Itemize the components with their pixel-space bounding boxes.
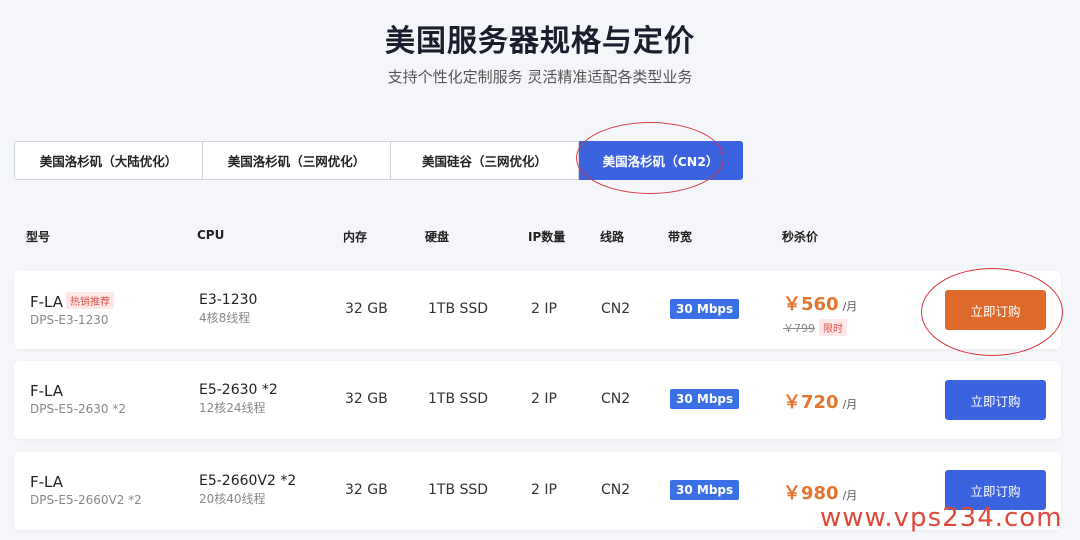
disk-value: 1TB SSD <box>428 482 489 498</box>
bandwidth-badge: 30 Mbps <box>670 299 740 319</box>
annotation-circle-button <box>921 268 1063 356</box>
memory-value: 32 GB <box>345 391 388 407</box>
cpu-cell: E3-1230 4核8线程 <box>199 292 257 326</box>
cpu-name: E3-1230 <box>199 292 258 308</box>
tab-la-mainland[interactable]: 美国洛杉矶（大陆优化） <box>14 141 203 180</box>
line-value: CN2 <box>601 301 631 317</box>
line-value: CN2 <box>601 482 631 498</box>
ip-value: 2 IP <box>531 301 557 317</box>
model-name: F-LA <box>30 473 64 491</box>
price-period: /月 <box>842 398 858 411</box>
header-ip: IP数量 <box>528 230 566 244</box>
bandwidth-cell: 30 Mbps <box>670 298 740 319</box>
line-value: CN2 <box>601 391 631 407</box>
bandwidth-badge: 30 Mbps <box>670 389 740 409</box>
model-cell: F-LA 热销推荐 DPS-E3-1230 <box>30 292 115 327</box>
price-value: ￥560 <box>783 294 839 315</box>
header-bandwidth: 带宽 <box>668 230 693 244</box>
header-memory: 内存 <box>343 230 368 244</box>
ip-value: 2 IP <box>531 391 557 407</box>
table-header: 型号 CPU 内存 硬盘 IP数量 线路 带宽 秒杀价 <box>0 228 1080 244</box>
cpu-desc: 4核8线程 <box>199 311 251 325</box>
limited-badge: 限时 <box>819 319 847 336</box>
page-title: 美国服务器规格与定价 <box>385 24 695 59</box>
table-row: F-LA DPS-E5-2630 *2 E5-2630 *2 12核24线程 3… <box>14 361 1061 439</box>
cpu-cell: E5-2660V2 *2 20核40线程 <box>199 473 296 507</box>
cpu-name: E5-2630 *2 <box>199 382 278 398</box>
price-value: ￥980 <box>783 483 839 504</box>
header-line: 线路 <box>600 230 625 244</box>
model-code: DPS-E5-2660V2 *2 <box>30 493 142 507</box>
price-period: /月 <box>842 300 858 313</box>
price-cell: ￥720/月 <box>783 388 857 414</box>
model-name: F-LA <box>30 293 64 311</box>
ip-value: 2 IP <box>531 482 557 498</box>
watermark: www.vps234.com <box>820 503 1063 533</box>
price-value: ￥720 <box>783 392 839 413</box>
model-cell: F-LA DPS-E5-2630 *2 <box>30 382 126 416</box>
price-cell: ￥980/月 <box>783 479 857 505</box>
old-price: ￥799 <box>783 322 815 335</box>
model-name: F-LA <box>30 382 64 400</box>
header-disk: 硬盘 <box>425 230 450 244</box>
header-price: 秒杀价 <box>782 230 819 244</box>
order-button[interactable]: 立即订购 <box>945 380 1046 420</box>
header-model: 型号 <box>26 230 51 244</box>
cpu-cell: E5-2630 *2 12核24线程 <box>199 382 278 416</box>
cpu-desc: 12核24线程 <box>199 401 266 415</box>
cpu-name: E5-2660V2 *2 <box>199 473 297 489</box>
model-code: DPS-E3-1230 <box>30 313 109 327</box>
memory-value: 32 GB <box>345 482 388 498</box>
disk-value: 1TB SSD <box>428 391 489 407</box>
header-cpu: CPU <box>197 228 225 242</box>
tab-la-three-network[interactable]: 美国洛杉矶（三网优化） <box>203 141 391 180</box>
memory-value: 32 GB <box>345 301 388 317</box>
model-code: DPS-E5-2630 *2 <box>30 402 126 416</box>
page-subtitle: 支持个性化定制服务 灵活精准适配各类型业务 <box>387 68 693 86</box>
cpu-desc: 20核40线程 <box>199 492 266 506</box>
price-cell: ￥560/月 ￥799 限时 <box>783 290 857 336</box>
hot-badge: 热销推荐 <box>66 292 115 309</box>
price-period: /月 <box>842 489 858 502</box>
tab-siliconvalley-three-network[interactable]: 美国硅谷（三网优化） <box>391 141 579 180</box>
model-cell: F-LA DPS-E5-2660V2 *2 <box>30 473 142 507</box>
bandwidth-cell: 30 Mbps <box>670 479 740 500</box>
disk-value: 1TB SSD <box>428 301 489 317</box>
annotation-circle-tab <box>576 122 724 194</box>
bandwidth-cell: 30 Mbps <box>670 388 740 409</box>
table-row: F-LA 热销推荐 DPS-E3-1230 E3-1230 4核8线程 32 GB… <box>14 271 1061 349</box>
bandwidth-badge: 30 Mbps <box>670 480 740 500</box>
